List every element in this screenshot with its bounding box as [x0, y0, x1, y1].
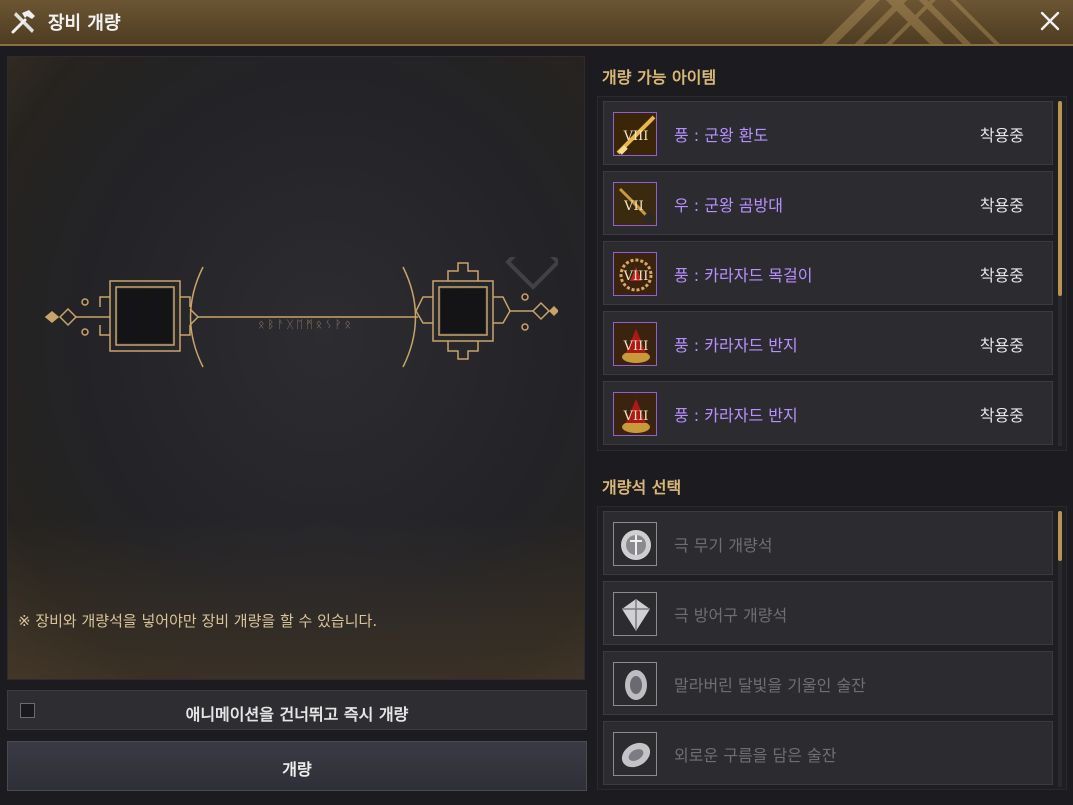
- upgradable-item[interactable]: VII 우 : 군왕 곰방대 착용중: [603, 171, 1053, 235]
- window-title: 장비 개량: [48, 13, 121, 34]
- ring-icon: VIII: [613, 392, 657, 436]
- upgrade-stone-item[interactable]: 말라버린 달빛을 기울인 술잔: [603, 651, 1053, 715]
- close-icon: [1040, 11, 1060, 31]
- item-name: 풍 : 군왕 환도: [674, 126, 769, 145]
- equipment-slot-frame: ᛟᛒᚨᚷᛖᛗᛟᛊᚹᛟ: [44, 257, 558, 368]
- pipe-icon: VII: [613, 182, 657, 226]
- svg-text:VII: VII: [623, 199, 644, 214]
- skip-animation-toggle[interactable]: 애니메이션을 건너뛰고 즉시 개량: [7, 690, 587, 730]
- upgradable-item[interactable]: VIII 풍 : 군왕 환도 착용중: [603, 101, 1053, 165]
- svg-text:VIII: VIII: [623, 409, 649, 424]
- upgrade-stones-list: 극 무기 개량석 극 방어구 개량석 말라버린 달빛을 기울인 술잔 외로운 구…: [597, 506, 1067, 790]
- svg-text:VIII: VIII: [623, 339, 649, 354]
- stone-name: 극 방어구 개량석: [674, 606, 788, 625]
- hammer-tool-icon: [11, 10, 35, 34]
- equipped-status: 착용중: [979, 336, 1024, 355]
- upgradable-item[interactable]: VIII 풍 : 카라자드 반지 착용중: [603, 311, 1053, 375]
- sword-icon: VIII: [613, 112, 657, 156]
- upgrade-button-label: 개량: [282, 760, 312, 779]
- armor-stone-icon: [613, 592, 657, 636]
- weapon-stone-icon: [613, 522, 657, 566]
- stone-name: 극 무기 개량석: [674, 536, 773, 555]
- necklace-icon: VIII: [613, 252, 657, 296]
- item-name: 우 : 군왕 곰방대: [674, 196, 783, 215]
- upgradable-item[interactable]: VIII 풍 : 카라자드 목걸이 착용중: [603, 241, 1053, 305]
- item-name: 풍 : 카라자드 목걸이: [674, 266, 813, 285]
- upgradable-scroll-thumb[interactable]: [1058, 101, 1062, 296]
- item-name: 풍 : 카라자드 반지: [674, 406, 798, 425]
- cloud-cup-icon: [613, 732, 657, 776]
- upgradable-item[interactable]: VIII 풍 : 카라자드 반지 착용중: [603, 381, 1053, 445]
- ring-icon: VIII: [613, 322, 657, 366]
- stones-scrollbar[interactable]: [1058, 511, 1062, 787]
- stone-name: 말라버린 달빛을 기울인 술잔: [674, 676, 866, 695]
- svg-text:VIII: VIII: [623, 129, 649, 144]
- stage-glow: [8, 519, 584, 679]
- upgradable-items-title: 개량 가능 아이템: [602, 68, 717, 87]
- title-bar-ornament: [821, 0, 1000, 44]
- upgrade-stone-item[interactable]: 외로운 구름을 담은 술잔: [603, 721, 1053, 785]
- upgradable-items-list: VIII 풍 : 군왕 환도 착용중 VII 우 : 군왕 곰방대 착용중 VI…: [597, 96, 1067, 451]
- skip-animation-label: 애니메이션을 건너뛰고 즉시 개량: [185, 705, 409, 724]
- stone-name: 외로운 구름을 담은 술잔: [674, 746, 837, 765]
- close-button[interactable]: [1035, 6, 1065, 36]
- upgrade-stage: ᛟᛒᚨᚷᛖᛗᛟᛊᚹᛟ ※ 장비와 개량석을 넣어야만 장비 개량을 할 수 있습…: [7, 56, 585, 680]
- upgrade-stones-title: 개량석 선택: [602, 478, 682, 497]
- upgrade-button[interactable]: 개량: [7, 741, 587, 791]
- equipped-status: 착용중: [979, 406, 1024, 425]
- svg-text:ᛟᛒᚨᚷᛖᛗᛟᛊᚹᛟ: ᛟᛒᚨᚷᛖᛗᛟᛊᚹᛟ: [258, 318, 354, 331]
- svg-text:VIII: VIII: [623, 269, 649, 284]
- upgrade-stone-item[interactable]: 극 방어구 개량석: [603, 581, 1053, 645]
- title-bar: 장비 개량: [0, 0, 1073, 46]
- stones-scroll-thumb[interactable]: [1058, 511, 1062, 561]
- item-name: 풍 : 카라자드 반지: [674, 336, 798, 355]
- upgrade-stone-item[interactable]: 극 무기 개량석: [603, 511, 1053, 575]
- upgradable-scrollbar[interactable]: [1058, 101, 1062, 446]
- equipped-status: 착용중: [979, 266, 1024, 285]
- equipped-status: 착용중: [979, 196, 1024, 215]
- moonlight-cup-icon: [613, 662, 657, 706]
- equipped-status: 착용중: [979, 126, 1024, 145]
- upgrade-notice: ※ 장비와 개량석을 넣어야만 장비 개량을 할 수 있습니다.: [18, 612, 378, 630]
